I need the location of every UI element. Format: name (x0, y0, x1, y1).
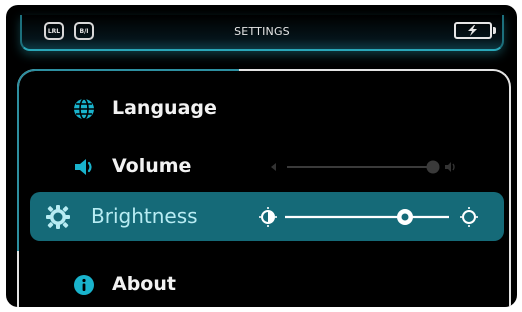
device-screen: LRL B/I SETTINGS Language Volume Brightn… (6, 5, 517, 307)
globe-icon (74, 98, 94, 120)
sun-icon (46, 205, 70, 229)
page-title: SETTINGS (234, 25, 290, 38)
settings-menu: Language Volume Brightness About (17, 69, 511, 307)
menu-item-label: Volume (112, 155, 192, 177)
volume-up-icon (445, 162, 455, 172)
info-icon (74, 275, 94, 295)
speaker-icon (75, 159, 92, 175)
menu-item-language[interactable]: Language (19, 86, 509, 132)
menu-item-volume[interactable]: Volume (19, 144, 509, 190)
menu-item-about[interactable]: About (19, 262, 509, 307)
brightness-high-icon (460, 207, 478, 227)
brightness-low-icon (259, 207, 277, 227)
menu-item-label: About (112, 273, 176, 295)
volume-slider-thumb (426, 160, 440, 174)
menu-item-label: Language (112, 97, 217, 119)
volume-down-icon (271, 163, 276, 171)
battery-charging-icon (454, 22, 496, 39)
menu-item-label: Brightness (91, 204, 198, 228)
header-bar: LRL B/I SETTINGS (20, 15, 504, 51)
volume-slider[interactable] (267, 158, 467, 176)
menu-item-brightness[interactable]: Brightness (30, 192, 504, 241)
brightness-slider[interactable] (259, 204, 489, 230)
